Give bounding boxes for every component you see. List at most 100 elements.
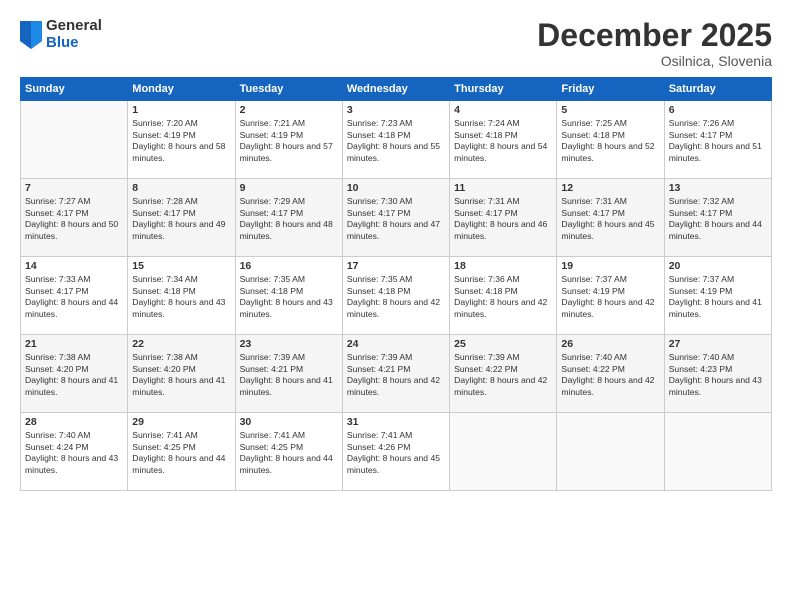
day-header-saturday: Saturday	[664, 78, 771, 101]
calendar-week-4: 21Sunrise: 7:38 AMSunset: 4:20 PMDayligh…	[21, 335, 772, 413]
calendar-cell: 5Sunrise: 7:25 AMSunset: 4:18 PMDaylight…	[557, 101, 664, 179]
calendar-cell: 11 Sunrise: 7:31 AMSunset: 4:17 PMDayligh…	[450, 179, 557, 257]
day-number: 31	[347, 416, 445, 428]
logo-general: General	[46, 18, 102, 35]
calendar-cell: 27 Sunrise: 7:40 AMSunset: 4:23 PMDayligh…	[664, 335, 771, 413]
day-number: 12	[561, 182, 659, 194]
cell-info: Sunrise: 7:34 AMSunset: 4:18 PMDaylight:…	[132, 274, 230, 320]
calendar-cell: 31Sunrise: 7:41 AMSunset: 4:26 PMDayligh…	[342, 413, 449, 491]
cell-info: Sunrise: 7:28 AMSunset: 4:17 PMDaylight:…	[132, 196, 230, 242]
cell-info: Sunrise: 7:26 AMSunset: 4:17 PMDaylight:…	[669, 118, 767, 164]
calendar-cell: 13Sunrise: 7:32 AMSunset: 4:17 PMDayligh…	[664, 179, 771, 257]
cell-info: Sunrise: 7:20 AMSunset: 4:19 PMDaylight:…	[132, 118, 230, 164]
logo: General Blue	[20, 18, 102, 51]
cell-info: Sunrise: 7:31 AMSunset: 4:17 PMDaylight:…	[561, 196, 659, 242]
calendar-cell: 19 Sunrise: 7:37 AMSunset: 4:19 PMDayligh…	[557, 257, 664, 335]
calendar-week-2: 7 Sunrise: 7:27 AMSunset: 4:17 PMDaylight…	[21, 179, 772, 257]
calendar-cell: 10 Sunrise: 7:30 AMSunset: 4:17 PMDayligh…	[342, 179, 449, 257]
day-number: 16	[240, 260, 338, 272]
cell-info: Sunrise: 7:31 AMSunset: 4:17 PMDaylight:…	[454, 196, 552, 242]
cell-info: Sunrise: 7:40 AMSunset: 4:24 PMDaylight:…	[25, 430, 123, 476]
day-number: 14	[25, 260, 123, 272]
cell-info: Sunrise: 7:35 AMSunset: 4:18 PMDaylight:…	[347, 274, 445, 320]
calendar-cell: 20 Sunrise: 7:37 AMSunset: 4:19 PMDayligh…	[664, 257, 771, 335]
day-header-wednesday: Wednesday	[342, 78, 449, 101]
day-number: 24	[347, 338, 445, 350]
day-number: 29	[132, 416, 230, 428]
calendar-cell: 1 Sunrise: 7:20 AMSunset: 4:19 PMDaylight…	[128, 101, 235, 179]
calendar-cell: 29 Sunrise: 7:41 AMSunset: 4:25 PMDayligh…	[128, 413, 235, 491]
day-header-tuesday: Tuesday	[235, 78, 342, 101]
calendar-cell: 15 Sunrise: 7:34 AMSunset: 4:18 PMDayligh…	[128, 257, 235, 335]
cell-info: Sunrise: 7:33 AMSunset: 4:17 PMDaylight:…	[25, 274, 123, 320]
day-number: 30	[240, 416, 338, 428]
calendar-cell	[664, 413, 771, 491]
calendar-cell: 22 Sunrise: 7:38 AMSunset: 4:20 PMDayligh…	[128, 335, 235, 413]
page-header: General Blue December 2025 Osilnica, Slo…	[20, 18, 772, 69]
logo-icon	[20, 21, 42, 49]
day-number: 20	[669, 260, 767, 272]
cell-info: Sunrise: 7:21 AMSunset: 4:19 PMDaylight:…	[240, 118, 338, 164]
cell-info: Sunrise: 7:39 AMSunset: 4:21 PMDaylight:…	[240, 352, 338, 398]
cell-info: Sunrise: 7:41 AMSunset: 4:25 PMDaylight:…	[132, 430, 230, 476]
logo-text: General Blue	[46, 18, 102, 51]
day-header-sunday: Sunday	[21, 78, 128, 101]
day-number: 7	[25, 182, 123, 194]
day-number: 6	[669, 104, 767, 116]
day-number: 8	[132, 182, 230, 194]
header-row: SundayMondayTuesdayWednesdayThursdayFrid…	[21, 78, 772, 101]
day-number: 1	[132, 104, 230, 116]
calendar-cell	[21, 101, 128, 179]
title-block: December 2025 Osilnica, Slovenia	[537, 18, 772, 69]
day-number: 10	[347, 182, 445, 194]
day-number: 5	[561, 104, 659, 116]
cell-info: Sunrise: 7:27 AMSunset: 4:17 PMDaylight:…	[25, 196, 123, 242]
cell-info: Sunrise: 7:37 AMSunset: 4:19 PMDaylight:…	[561, 274, 659, 320]
calendar-cell: 9 Sunrise: 7:29 AMSunset: 4:17 PMDaylight…	[235, 179, 342, 257]
calendar-cell: 18 Sunrise: 7:36 AMSunset: 4:18 PMDayligh…	[450, 257, 557, 335]
calendar-cell: 28 Sunrise: 7:40 AMSunset: 4:24 PMDayligh…	[21, 413, 128, 491]
calendar: SundayMondayTuesdayWednesdayThursdayFrid…	[20, 77, 772, 491]
day-header-monday: Monday	[128, 78, 235, 101]
day-number: 18	[454, 260, 552, 272]
day-number: 13	[669, 182, 767, 194]
calendar-cell: 24 Sunrise: 7:39 AMSunset: 4:21 PMDayligh…	[342, 335, 449, 413]
day-number: 22	[132, 338, 230, 350]
day-number: 23	[240, 338, 338, 350]
day-number: 19	[561, 260, 659, 272]
cell-info: Sunrise: 7:23 AMSunset: 4:18 PMDaylight:…	[347, 118, 445, 164]
calendar-week-5: 28 Sunrise: 7:40 AMSunset: 4:24 PMDayligh…	[21, 413, 772, 491]
cell-info: Sunrise: 7:41 AMSunset: 4:25 PMDaylight:…	[240, 430, 338, 476]
cell-info: Sunrise: 7:40 AMSunset: 4:23 PMDaylight:…	[669, 352, 767, 398]
calendar-cell	[450, 413, 557, 491]
day-number: 9	[240, 182, 338, 194]
logo-blue: Blue	[46, 35, 102, 52]
day-number: 11	[454, 182, 552, 194]
calendar-cell: 8 Sunrise: 7:28 AMSunset: 4:17 PMDaylight…	[128, 179, 235, 257]
calendar-cell: 6 Sunrise: 7:26 AMSunset: 4:17 PMDaylight…	[664, 101, 771, 179]
calendar-cell: 7 Sunrise: 7:27 AMSunset: 4:17 PMDaylight…	[21, 179, 128, 257]
day-number: 25	[454, 338, 552, 350]
day-number: 28	[25, 416, 123, 428]
calendar-cell: 30 Sunrise: 7:41 AMSunset: 4:25 PMDayligh…	[235, 413, 342, 491]
calendar-cell: 4Sunrise: 7:24 AMSunset: 4:18 PMDaylight…	[450, 101, 557, 179]
calendar-cell: 2 Sunrise: 7:21 AMSunset: 4:19 PMDaylight…	[235, 101, 342, 179]
cell-info: Sunrise: 7:36 AMSunset: 4:18 PMDaylight:…	[454, 274, 552, 320]
day-number: 17	[347, 260, 445, 272]
cell-info: Sunrise: 7:38 AMSunset: 4:20 PMDaylight:…	[132, 352, 230, 398]
cell-info: Sunrise: 7:29 AMSunset: 4:17 PMDaylight:…	[240, 196, 338, 242]
calendar-header: SundayMondayTuesdayWednesdayThursdayFrid…	[21, 78, 772, 101]
calendar-cell: 26Sunrise: 7:40 AMSunset: 4:22 PMDayligh…	[557, 335, 664, 413]
cell-info: Sunrise: 7:35 AMSunset: 4:18 PMDaylight:…	[240, 274, 338, 320]
cell-info: Sunrise: 7:39 AMSunset: 4:21 PMDaylight:…	[347, 352, 445, 398]
cell-info: Sunrise: 7:38 AMSunset: 4:20 PMDaylight:…	[25, 352, 123, 398]
day-number: 27	[669, 338, 767, 350]
day-number: 26	[561, 338, 659, 350]
day-number: 15	[132, 260, 230, 272]
calendar-body: 1 Sunrise: 7:20 AMSunset: 4:19 PMDaylight…	[21, 101, 772, 491]
cell-info: Sunrise: 7:30 AMSunset: 4:17 PMDaylight:…	[347, 196, 445, 242]
month-title: December 2025	[537, 18, 772, 53]
cell-info: Sunrise: 7:37 AMSunset: 4:19 PMDaylight:…	[669, 274, 767, 320]
day-number: 2	[240, 104, 338, 116]
calendar-week-1: 1 Sunrise: 7:20 AMSunset: 4:19 PMDaylight…	[21, 101, 772, 179]
